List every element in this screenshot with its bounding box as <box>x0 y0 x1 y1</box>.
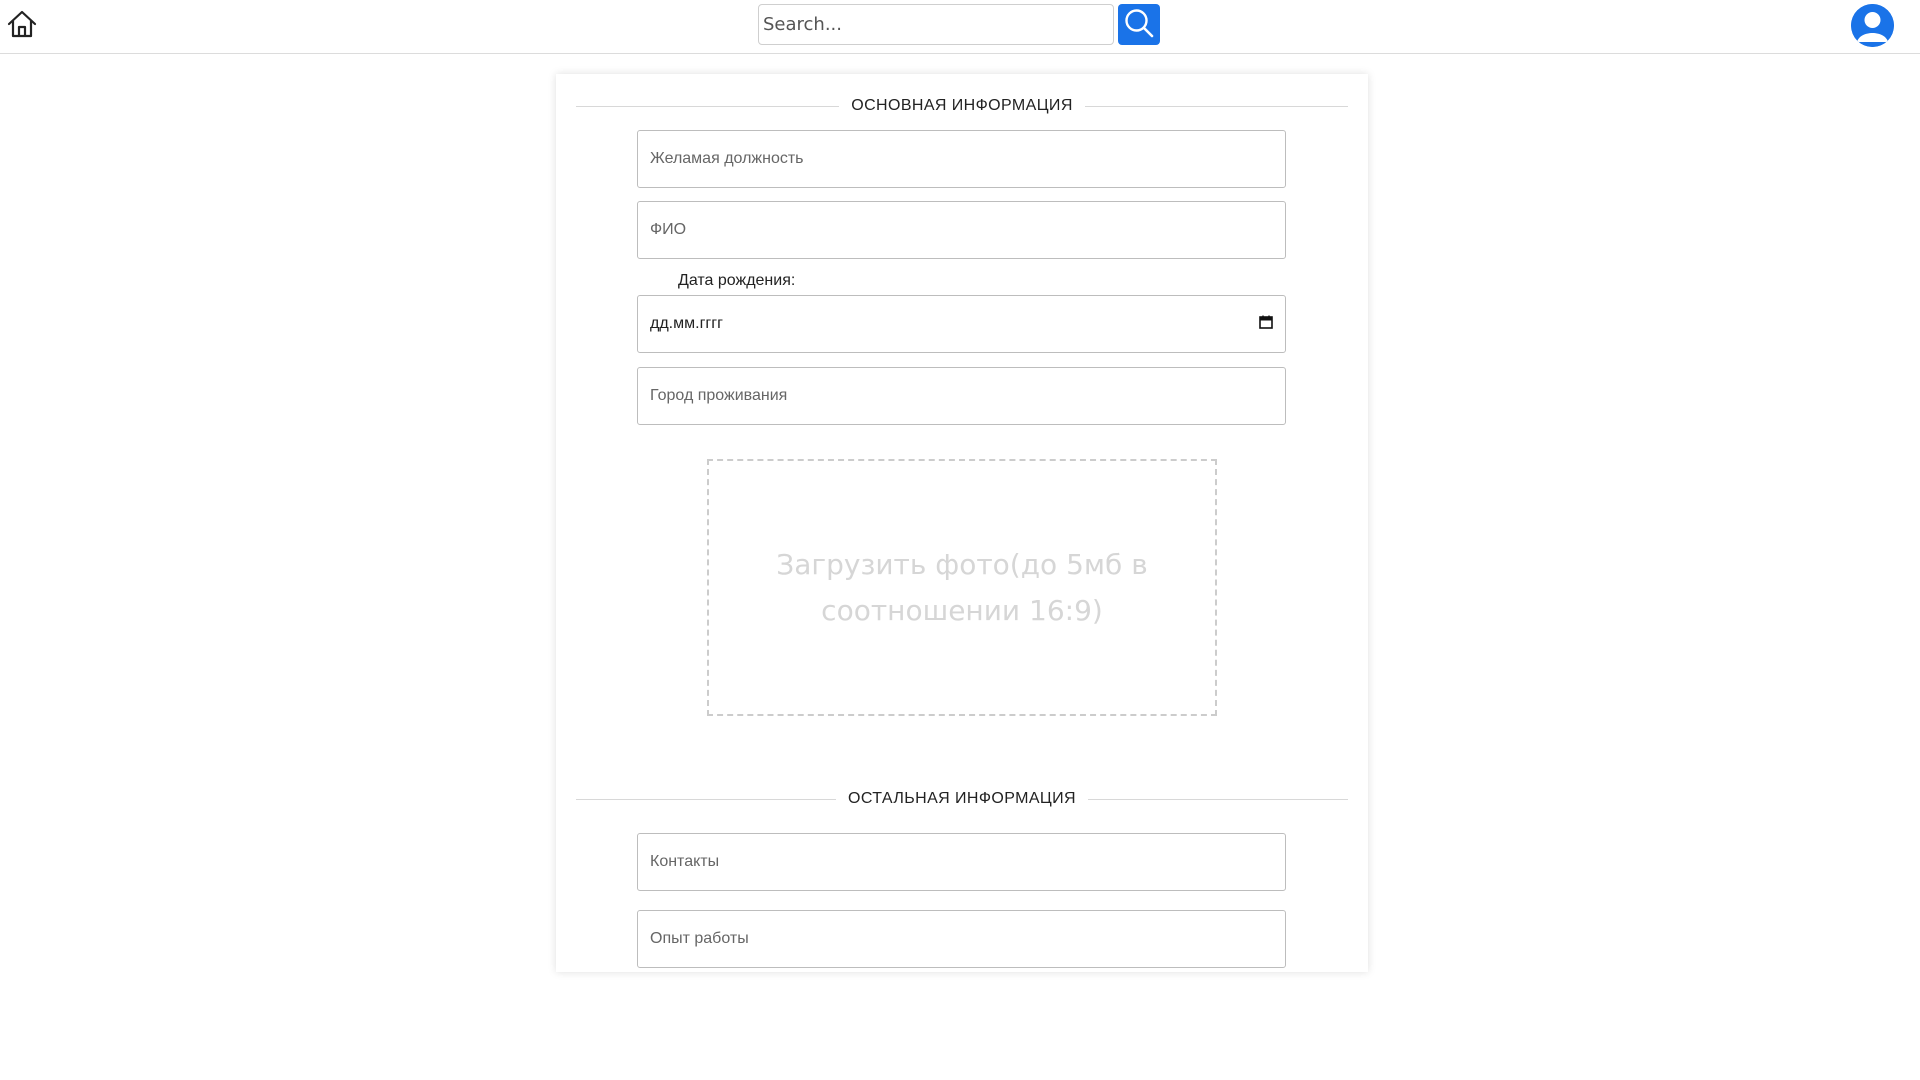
home-icon <box>6 9 38 44</box>
desired-position-input[interactable] <box>637 130 1286 188</box>
section-main-heading: ОСНОВНАЯ ИНФОРМАЦИЯ <box>576 95 1349 117</box>
birthdate-input[interactable]: дд.мм.гггг <box>637 295 1286 353</box>
resume-form-card: ОСНОВНАЯ ИНФОРМАЦИЯ Дата рождения: дд.мм… <box>556 74 1368 972</box>
birthdate-label: Дата рождения: <box>678 272 796 289</box>
search-input[interactable] <box>758 4 1114 45</box>
city-input[interactable] <box>637 367 1286 425</box>
work-experience-input[interactable] <box>637 910 1286 968</box>
photo-upload-text: Загрузить фото(до 5мб в соотношении 16:9… <box>776 547 1148 627</box>
calendar-icon[interactable] <box>1259 315 1273 334</box>
section-main-title: ОСНОВНАЯ ИНФОРМАЦИЯ <box>851 97 1073 114</box>
photo-upload-area[interactable]: Загрузить фото(до 5мб в соотношении 16:9… <box>707 459 1217 716</box>
user-avatar-icon <box>1851 4 1894 47</box>
top-navbar <box>0 0 1920 54</box>
search-button[interactable] <box>1118 4 1160 45</box>
section-other-title: ОСТАЛЬНАЯ ИНФОРМАЦИЯ <box>848 790 1077 807</box>
search-icon <box>1123 7 1155 42</box>
profile-avatar-button[interactable] <box>1851 4 1894 47</box>
home-button[interactable] <box>5 10 39 42</box>
section-other-heading: ОСТАЛЬНАЯ ИНФОРМАЦИЯ <box>576 788 1349 810</box>
contacts-input[interactable] <box>637 833 1286 891</box>
divider-left <box>576 105 840 107</box>
divider-left <box>576 798 836 800</box>
divider-right <box>1088 798 1349 800</box>
birthdate-value: дд.мм.гггг <box>650 315 723 332</box>
divider-right <box>1084 105 1349 107</box>
full-name-input[interactable] <box>637 201 1286 259</box>
